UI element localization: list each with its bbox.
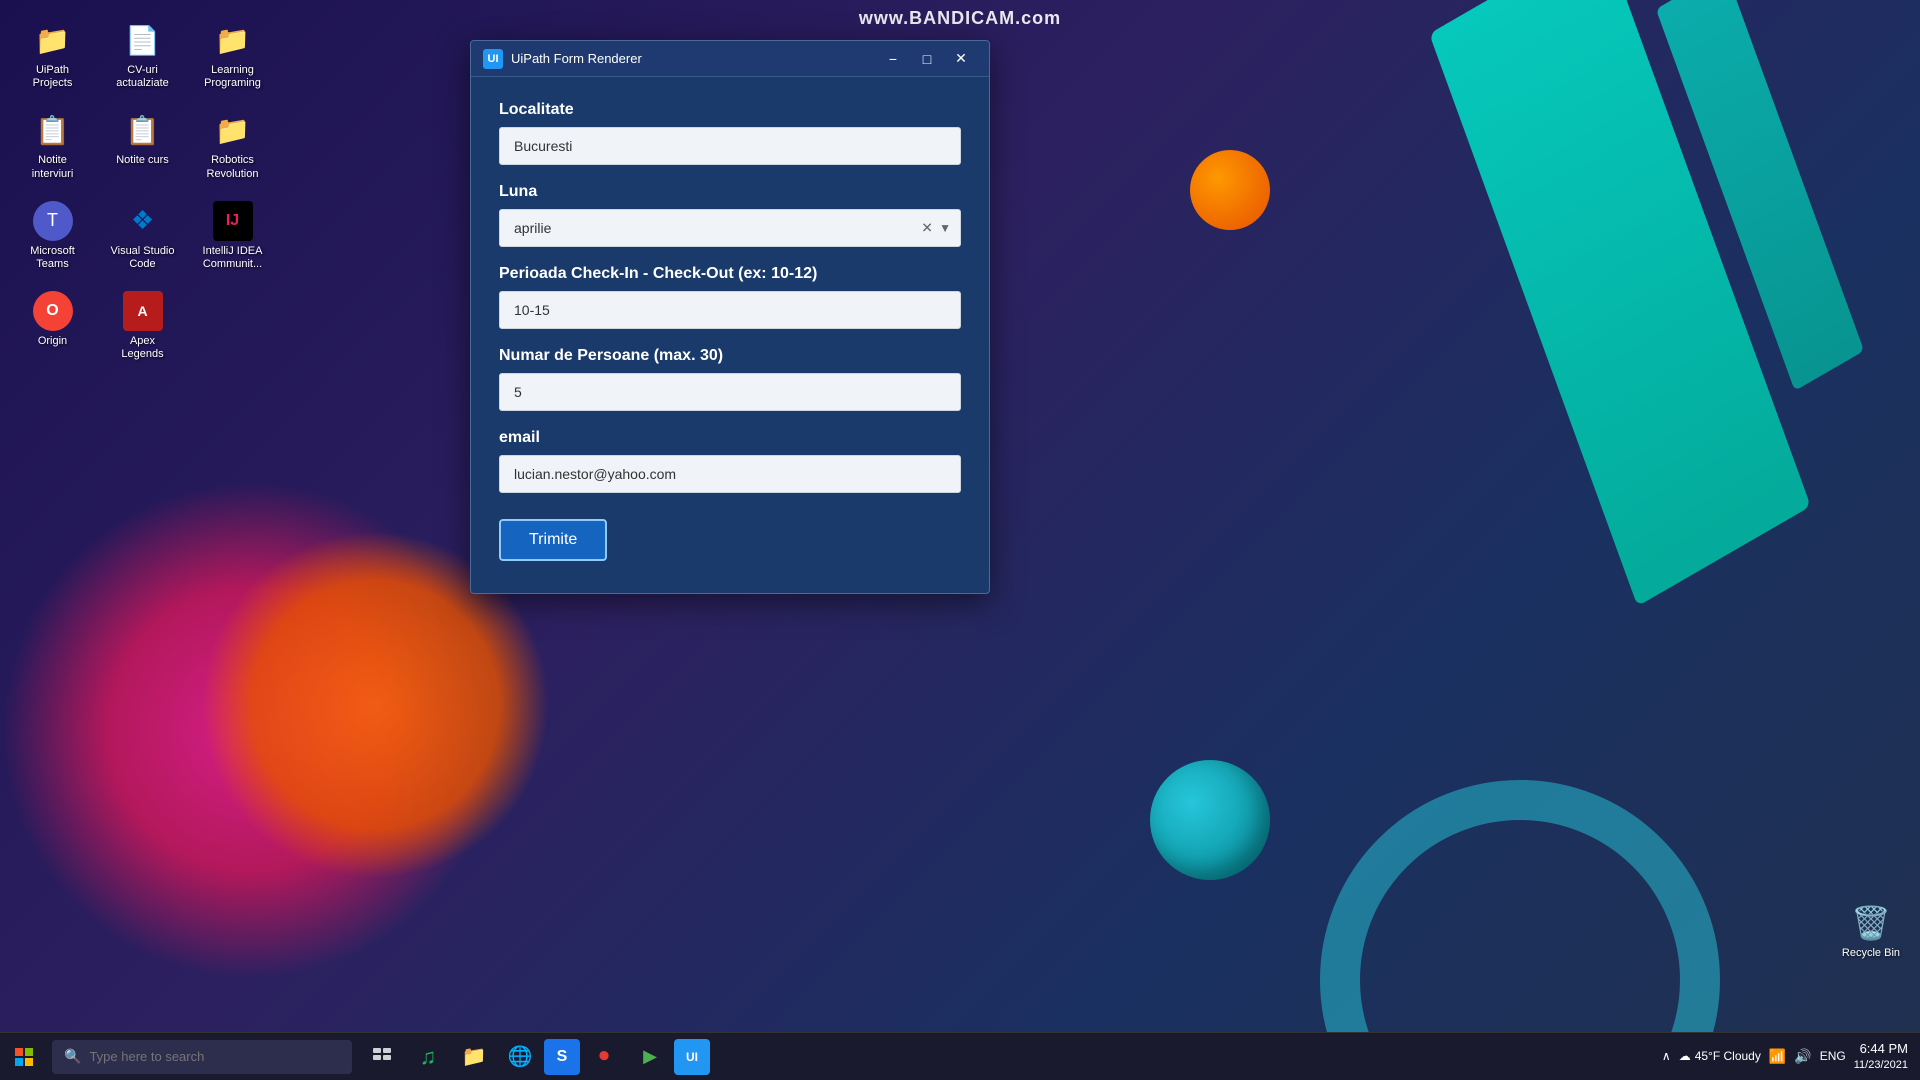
close-button[interactable]: ✕ xyxy=(945,45,977,73)
start-button[interactable] xyxy=(0,1033,48,1080)
notite-interviuri-icon: 📋 xyxy=(33,110,73,150)
vscode-label: Visual Studio Code xyxy=(110,245,175,271)
uipath-projects-label: UiPath Projects xyxy=(20,64,85,90)
volume-icon[interactable]: 🔊 xyxy=(1794,1048,1811,1065)
teams-label: Microsoft Teams xyxy=(20,245,85,271)
file-explorer-taskbar-icon[interactable]: 📁 xyxy=(452,1035,496,1079)
desktop-icon-robotics[interactable]: 📁 Robotics Revolution xyxy=(195,105,270,185)
network-icon[interactable]: 📶 xyxy=(1769,1048,1786,1065)
apex-icon: A xyxy=(123,291,163,331)
recycle-bin[interactable]: 🗑️ Recycle Bin xyxy=(1842,903,1900,960)
language-indicator[interactable]: ENG xyxy=(1820,1049,1846,1063)
desktop-icon-uipath-projects[interactable]: 📁 UiPath Projects xyxy=(15,15,90,95)
chevron-up-icon[interactable]: ∧ xyxy=(1662,1049,1671,1063)
weather-text: 45°F Cloudy xyxy=(1695,1049,1761,1063)
teams-icon: T xyxy=(33,201,73,241)
notite-curs-label: Notite curs xyxy=(116,154,169,167)
desktop-icons-area: 📁 UiPath Projects 📄 CV-uri actualziate 📁… xyxy=(10,10,280,372)
uipath-projects-icon: 📁 xyxy=(33,20,73,60)
email-input[interactable] xyxy=(499,455,961,493)
origin-icon: O xyxy=(33,291,73,331)
luna-group: Luna ianuarie februarie martie aprilie m… xyxy=(499,183,961,247)
spotify-taskbar-icon[interactable]: ♫ xyxy=(406,1035,450,1079)
intellij-icon: IJ xyxy=(213,201,253,241)
weather-info: ☁ 45°F Cloudy xyxy=(1679,1049,1761,1063)
form-window: UI UiPath Form Renderer − □ ✕ Localitate… xyxy=(470,40,990,594)
notite-curs-icon: 📋 xyxy=(123,110,163,150)
taskbar-date: 11/23/2021 xyxy=(1854,1058,1908,1073)
taskbar-clock[interactable]: 6:44 PM 11/23/2021 xyxy=(1854,1040,1908,1074)
taskbar-center-icons: ♫ 📁 🌐 S ⏺ ▶ UI xyxy=(360,1035,710,1079)
task-view-button[interactable] xyxy=(360,1035,404,1079)
form-content: Localitate Luna ianuarie februarie marti… xyxy=(471,77,989,593)
luna-label: Luna xyxy=(499,183,961,201)
notite-interviuri-label: Notite interviuri xyxy=(20,154,85,180)
email-group: email xyxy=(499,429,961,493)
numar-persoane-label: Numar de Persoane (max. 30) xyxy=(499,347,961,365)
window-title-text: UiPath Form Renderer xyxy=(511,51,877,66)
desktop-icon-origin[interactable]: O Origin xyxy=(15,286,90,366)
taskbar: 🔍 ♫ 📁 🌐 S ⏺ xyxy=(0,1032,1920,1080)
vscode-icon: ❖ xyxy=(123,201,163,241)
select-clear-icon[interactable]: ✕ xyxy=(921,220,933,237)
desktop-icon-teams[interactable]: T Microsoft Teams xyxy=(15,196,90,276)
taskbar-time: 6:44 PM xyxy=(1854,1040,1908,1058)
taskbar-search-box[interactable]: 🔍 xyxy=(52,1040,352,1074)
maximize-button[interactable]: □ xyxy=(911,45,943,73)
intellij-label: IntelliJ IDEA Communit... xyxy=(200,245,265,271)
cloud-icon: ☁ xyxy=(1679,1049,1691,1063)
chrome-taskbar-icon[interactable]: 🌐 xyxy=(498,1035,542,1079)
desktop-icon-cv-uri[interactable]: 📄 CV-uri actualziate xyxy=(105,15,180,95)
numar-persoane-input[interactable] xyxy=(499,373,961,411)
taskbar-search-icon: 🔍 xyxy=(64,1048,81,1065)
learning-icon: 📁 xyxy=(213,20,253,60)
perioada-label: Perioada Check-In - Check-Out (ex: 10-12… xyxy=(499,265,961,283)
bg-planet-teal xyxy=(1150,760,1270,880)
desktop-icon-intellij[interactable]: IJ IntelliJ IDEA Communit... xyxy=(195,196,270,276)
cv-uri-icon: 📄 xyxy=(123,20,163,60)
desktop-icon-apex[interactable]: A Apex Legends xyxy=(105,286,180,366)
perioada-group: Perioada Check-In - Check-Out (ex: 10-12… xyxy=(499,265,961,329)
robotics-label: Robotics Revolution xyxy=(200,154,265,180)
email-label: email xyxy=(499,429,961,447)
localitate-group: Localitate xyxy=(499,101,961,165)
recycle-bin-label: Recycle Bin xyxy=(1842,947,1900,960)
record-taskbar-icon[interactable]: ⏺ xyxy=(582,1035,626,1079)
submit-button[interactable]: Trimite xyxy=(499,519,607,561)
skrill-taskbar-icon[interactable]: S xyxy=(544,1039,580,1075)
window-title-icon: UI xyxy=(483,49,503,69)
robotics-icon: 📁 xyxy=(213,110,253,150)
perioada-input[interactable] xyxy=(499,291,961,329)
bg-planet-orange xyxy=(1190,150,1270,230)
uipath-taskbar-icon[interactable]: UI xyxy=(674,1039,710,1075)
desktop-icon-learning[interactable]: 📁 Learning Programing xyxy=(195,15,270,95)
apex-label: Apex Legends xyxy=(110,335,175,361)
luna-select[interactable]: ianuarie februarie martie aprilie mai iu… xyxy=(499,209,961,247)
desktop-icon-vscode[interactable]: ❖ Visual Studio Code xyxy=(105,196,180,276)
window-controls: − □ ✕ xyxy=(877,45,977,73)
localitate-label: Localitate xyxy=(499,101,961,119)
luna-select-wrapper: ianuarie februarie martie aprilie mai iu… xyxy=(499,209,961,247)
taskbar-right: ∧ ☁ 45°F Cloudy 📶 🔊 ENG 6:44 PM 11/23/20… xyxy=(1662,1040,1920,1074)
desktop: www.BANDICAM.com 📁 UiPath Projects 📄 CV-… xyxy=(0,0,1920,1080)
desktop-icon-notite-interviuri[interactable]: 📋 Notite interviuri xyxy=(15,105,90,185)
media-taskbar-icon[interactable]: ▶ xyxy=(628,1035,672,1079)
desktop-icon-notite-curs[interactable]: 📋 Notite curs xyxy=(105,105,180,185)
taskbar-search-input[interactable] xyxy=(89,1049,340,1064)
cv-uri-label: CV-uri actualziate xyxy=(110,64,175,90)
origin-label: Origin xyxy=(38,335,67,348)
minimize-button[interactable]: − xyxy=(877,45,909,73)
localitate-input[interactable] xyxy=(499,127,961,165)
window-titlebar: UI UiPath Form Renderer − □ ✕ xyxy=(471,41,989,77)
numar-persoane-group: Numar de Persoane (max. 30) xyxy=(499,347,961,411)
recycle-bin-icon: 🗑️ xyxy=(1851,903,1891,943)
learning-label: Learning Programing xyxy=(200,64,265,90)
bandicam-watermark: www.BANDICAM.com xyxy=(859,8,1061,29)
